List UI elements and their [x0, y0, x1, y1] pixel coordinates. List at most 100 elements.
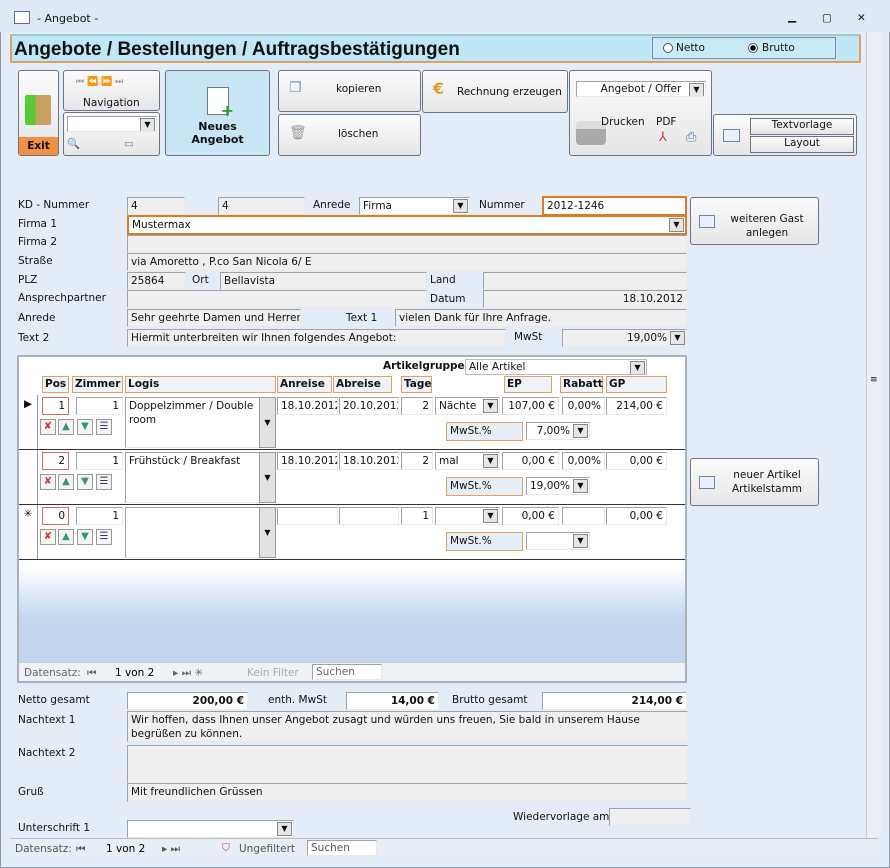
logis-field[interactable]: Frühstück / Breakfast — [125, 452, 260, 503]
logis-field[interactable] — [125, 507, 260, 558]
first-record-icon[interactable]: ⏮ — [87, 666, 96, 680]
first-record-icon[interactable]: ⏮ — [76, 842, 85, 856]
pos-field[interactable]: 1 — [42, 397, 69, 415]
insert-row-icon[interactable]: ☰ — [96, 529, 112, 545]
arrival-field[interactable] — [277, 507, 338, 525]
follow-up-field[interactable] — [609, 808, 691, 826]
next-last-new-icons[interactable]: ▸ ⏭ ✳ — [173, 666, 203, 680]
city-field[interactable]: Bellavista — [220, 272, 427, 290]
text1-field[interactable]: vielen Dank für Ihre Anfrage. — [395, 309, 687, 327]
scroll-grip-icon[interactable]: ≡ — [870, 373, 878, 387]
vertical-scrollbar[interactable]: ≡ — [866, 32, 881, 838]
delete-button[interactable]: 🗑 löschen — [278, 114, 421, 156]
move-down-icon[interactable]: ▼ — [77, 419, 93, 435]
discount-field[interactable]: 0,00% — [562, 452, 605, 470]
days-field[interactable]: 1 — [401, 507, 433, 525]
departure-field[interactable]: 20.10.2012 — [339, 397, 399, 415]
delete-row-icon[interactable]: ✘ — [40, 419, 56, 435]
closing-text2-field[interactable] — [127, 745, 688, 783]
record-selector[interactable] — [19, 450, 38, 504]
move-down-icon[interactable]: ▼ — [77, 474, 93, 490]
vat-rate-select[interactable]: 7,00% ▼ — [526, 422, 590, 440]
radio-netto[interactable] — [663, 43, 673, 53]
closing-text1-field[interactable]: Wir hoffen, dass Ihnen unser Angebot zus… — [127, 711, 688, 742]
filter-indicator[interactable]: Ungefiltert — [239, 842, 295, 856]
main-search-input[interactable]: Suchen — [307, 840, 377, 856]
delete-row-icon[interactable]: ✘ — [40, 474, 56, 490]
move-up-icon[interactable]: ▲ — [58, 529, 74, 545]
vat-rate-select[interactable]: ▼ — [526, 532, 590, 550]
logis-field[interactable]: Doppelzimmer / Double room — [125, 397, 260, 448]
unit-select[interactable]: Nächte ▼ — [435, 397, 500, 415]
navigation-combo[interactable]: ▼ — [67, 116, 157, 132]
next-last-icons[interactable]: ▸ ⏭ — [162, 842, 180, 856]
firma2-field[interactable] — [127, 235, 687, 253]
signature-select[interactable]: ▼ — [127, 820, 294, 838]
layout-button[interactable]: Layout — [750, 136, 854, 153]
delete-row-icon[interactable]: ✘ — [40, 529, 56, 545]
kd-number-field-2[interactable]: 4 — [218, 197, 305, 215]
record-selector[interactable]: ✳ — [19, 505, 38, 559]
chevron-down-icon[interactable]: ▼ — [630, 361, 645, 374]
record-position[interactable]: 1 von 2 — [106, 842, 145, 856]
record-selector[interactable]: ▶ — [19, 395, 38, 449]
chevron-down-icon[interactable]: ▼ — [140, 118, 155, 131]
unit-select[interactable]: ▼ — [435, 507, 500, 525]
chevron-down-icon[interactable]: ▼ — [670, 331, 685, 345]
report-type-select[interactable]: Angebot / Offer ▼ — [576, 81, 706, 97]
pos-field[interactable]: 0 — [42, 507, 69, 525]
chevron-down-icon[interactable]: ▼ — [669, 218, 684, 232]
discount-field[interactable]: 0,00% — [562, 397, 605, 415]
contact-field[interactable] — [127, 290, 427, 308]
room-field[interactable]: 1 — [76, 397, 123, 415]
exit-button[interactable]: Exit — [18, 70, 59, 156]
chevron-down-icon[interactable]: ▼ — [573, 479, 588, 493]
windows-icon[interactable]: ▭ — [124, 137, 134, 151]
greeting-field[interactable]: Mit freundlichen Grüssen — [127, 783, 688, 802]
move-up-icon[interactable]: ▲ — [58, 474, 74, 490]
add-guest-button[interactable]: weiteren Gast anlegen — [690, 197, 819, 245]
unit-price-field[interactable]: 107,00 € — [502, 397, 559, 415]
arrival-field[interactable]: 18.10.2012 — [277, 397, 338, 415]
country-field[interactable] — [483, 272, 687, 290]
move-down-icon[interactable]: ▼ — [77, 529, 93, 545]
zip-field[interactable]: 25864 — [127, 272, 186, 290]
unit-price-field[interactable]: 0,00 € — [502, 452, 559, 470]
departure-field[interactable]: 18.10.2012 — [339, 452, 399, 470]
date-field[interactable]: 18.10.2012 — [483, 290, 687, 308]
print-preview-icon[interactable]: ⎙ — [686, 131, 696, 145]
chevron-down-icon[interactable]: ▼ — [689, 83, 704, 96]
article-group-select[interactable]: Alle Artikel ▼ — [465, 359, 647, 375]
departure-field[interactable] — [339, 507, 399, 525]
logis-dropdown-button[interactable]: ▼ — [259, 397, 276, 448]
insert-row-icon[interactable]: ☰ — [96, 419, 112, 435]
minimize-button[interactable]: ▁ — [788, 10, 796, 24]
room-field[interactable]: 1 — [76, 452, 123, 470]
filter-indicator[interactable]: Kein Filter — [247, 666, 299, 680]
number-field[interactable]: 2012-1246 — [542, 196, 687, 216]
unit-select[interactable]: mal ▼ — [435, 452, 500, 470]
new-article-button[interactable]: neuer Artikel Artikelstamm — [690, 458, 819, 506]
salutation-text-field[interactable]: Sehr geehrte Damen und Herren, — [127, 309, 301, 327]
pdf-icon[interactable]: ⅄ — [659, 131, 667, 145]
chevron-down-icon[interactable]: ▼ — [573, 534, 588, 548]
text2-field[interactable]: Hiermit unterbreiten wir Ihnen folgendes… — [127, 329, 506, 347]
chevron-down-icon[interactable]: ▼ — [573, 424, 588, 438]
new-offer-button[interactable]: + Neues Angebot — [165, 70, 270, 156]
maximize-button[interactable]: ▢ — [822, 11, 832, 25]
vat-rate-select[interactable]: 19,00% ▼ — [526, 477, 590, 495]
pos-field[interactable]: 2 — [42, 452, 69, 470]
arrival-field[interactable]: 18.10.2012 — [277, 452, 338, 470]
room-field[interactable]: 1 — [76, 507, 123, 525]
logis-dropdown-button[interactable]: ▼ — [259, 452, 276, 503]
chevron-down-icon[interactable]: ▼ — [483, 399, 498, 413]
street-field[interactable]: via Amoretto , P.co San Nicola 6/ E — [127, 253, 687, 271]
vat-select[interactable]: 19,00% ▼ — [562, 329, 687, 347]
insert-row-icon[interactable]: ☰ — [96, 474, 112, 490]
close-button[interactable]: ✕ — [857, 11, 866, 25]
firma1-select[interactable]: Mustermax ▼ — [127, 215, 687, 235]
discount-field[interactable] — [562, 507, 605, 525]
create-invoice-button[interactable]: € Rechnung erzeugen — [422, 70, 568, 113]
text-template-button[interactable]: Textvorlage — [750, 118, 854, 135]
unit-price-field[interactable]: 0,00 € — [502, 507, 559, 525]
